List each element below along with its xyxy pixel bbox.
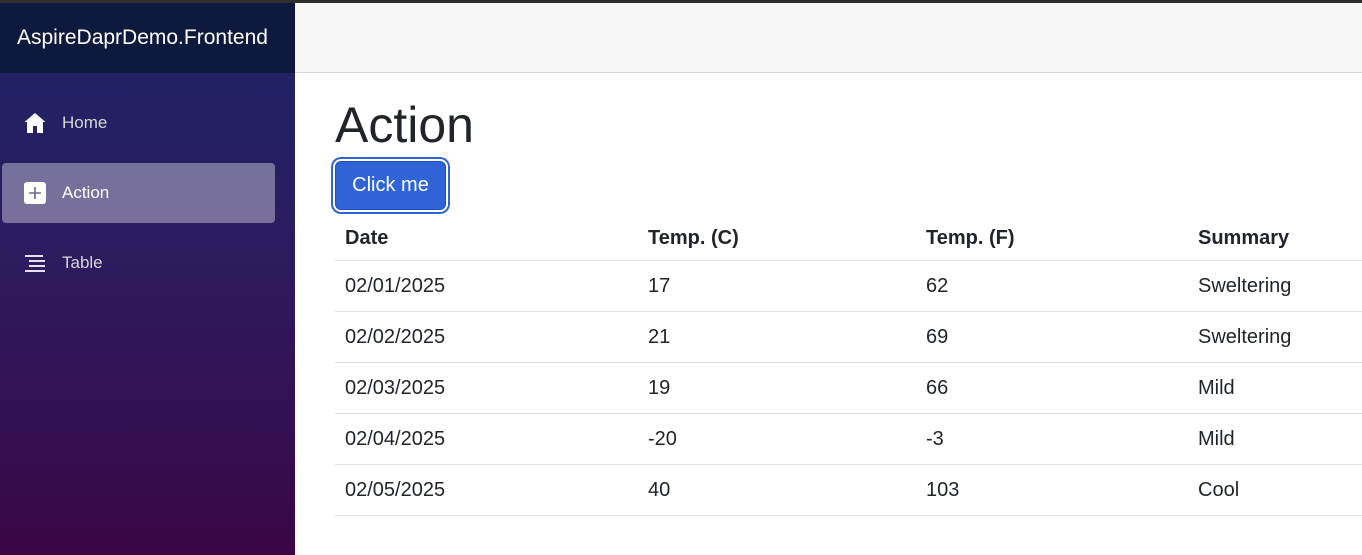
cell-date: 02/01/2025: [335, 260, 638, 312]
table-row: 02/05/2025 40 103 Cool: [335, 464, 1362, 516]
sidebar: AspireDaprDemo.Frontend Home Action Tabl…: [0, 3, 295, 555]
top-bar: [295, 3, 1362, 73]
cell-summary: Cool: [1188, 464, 1362, 516]
cell-temp-f: 66: [916, 362, 1188, 414]
cell-summary: Mild: [1188, 413, 1362, 465]
column-header-temp-c: Temp. (C): [638, 216, 916, 261]
cell-summary: Mild: [1188, 362, 1362, 414]
table-header-row: Date Temp. (C) Temp. (F) Summary: [335, 216, 1362, 261]
table-row: 02/03/2025 19 66 Mild: [335, 362, 1362, 414]
main-content: Action Click me Date Temp. (C) Temp. (F)…: [335, 73, 1362, 516]
column-header-date: Date: [335, 216, 638, 261]
sidebar-item-label: Table: [62, 253, 103, 272]
sidebar-item-label: Home: [62, 113, 108, 132]
cell-temp-f: 69: [916, 311, 1188, 363]
cell-temp-c: -20: [638, 413, 916, 465]
table-row: 02/04/2025 -20 -3 Mild: [335, 413, 1362, 465]
column-header-temp-f: Temp. (F): [916, 216, 1188, 261]
sidebar-item-table[interactable]: Table: [2, 233, 275, 293]
cell-temp-c: 40: [638, 464, 916, 516]
cell-date: 02/02/2025: [335, 311, 638, 363]
cell-temp-f: 103: [916, 464, 1188, 516]
cell-summary: Sweltering: [1188, 260, 1362, 312]
sidebar-item-label: Action: [62, 183, 110, 202]
table-row: 02/01/2025 17 62 Sweltering: [335, 260, 1362, 312]
cell-temp-f: 62: [916, 260, 1188, 312]
cell-date: 02/04/2025: [335, 413, 638, 465]
cell-temp-f: -3: [916, 413, 1188, 465]
cell-date: 02/05/2025: [335, 464, 638, 516]
column-header-summary: Summary: [1188, 216, 1362, 261]
click-me-button[interactable]: Click me: [335, 161, 446, 210]
page-title: Action: [335, 97, 474, 153]
cell-date: 02/03/2025: [335, 362, 638, 414]
home-icon: [22, 110, 48, 136]
cell-temp-c: 21: [638, 311, 916, 363]
sidebar-nav: Home Action Table: [0, 93, 295, 293]
sidebar-item-action[interactable]: Action: [2, 163, 275, 223]
list-icon: [22, 250, 48, 276]
cell-summary: Sweltering: [1188, 311, 1362, 363]
weather-table: Date Temp. (C) Temp. (F) Summary 02/01/2…: [335, 216, 1362, 516]
sidebar-item-home[interactable]: Home: [2, 93, 275, 153]
plus-square-icon: [22, 180, 48, 206]
cell-temp-c: 19: [638, 362, 916, 414]
cell-temp-c: 17: [638, 260, 916, 312]
app-brand[interactable]: AspireDaprDemo.Frontend: [0, 3, 295, 73]
table-row: 02/02/2025 21 69 Sweltering: [335, 311, 1362, 363]
